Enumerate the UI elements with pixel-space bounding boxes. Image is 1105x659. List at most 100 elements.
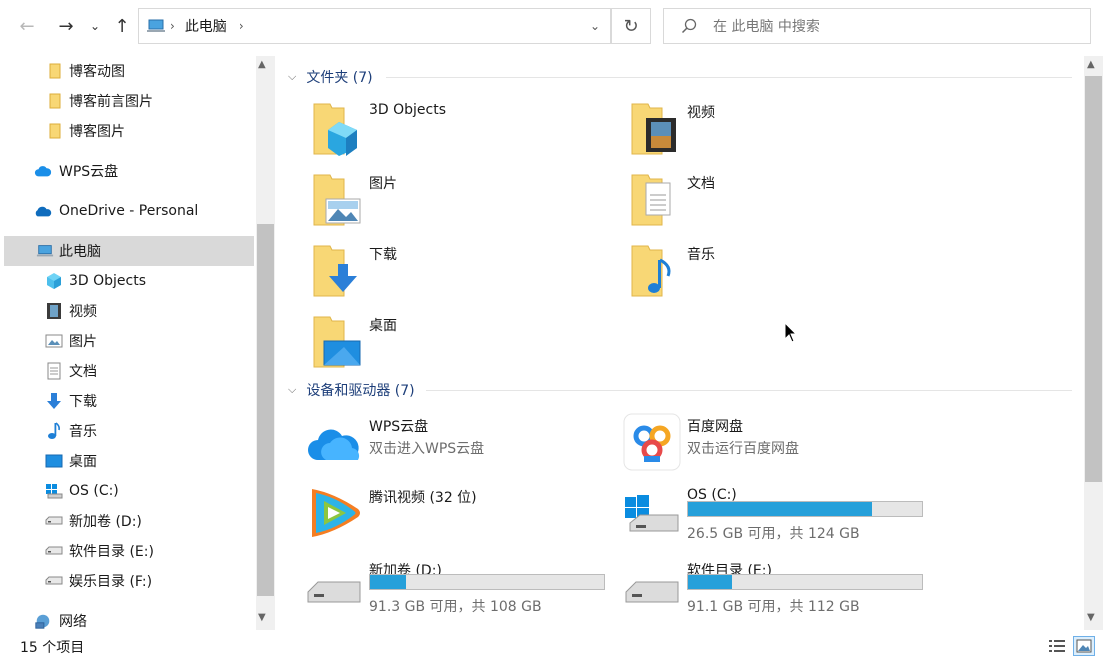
drive-icon	[45, 512, 63, 530]
folder-pictures[interactable]: 图片	[304, 169, 604, 233]
nav-item-drive-f[interactable]: 娱乐目录 (F:)	[4, 566, 254, 596]
documents-folder-icon	[631, 174, 671, 226]
nav-item-documents[interactable]: 文档	[4, 356, 254, 386]
nav-item-label: 博客动图	[69, 64, 125, 80]
back-arrow-icon: ←	[19, 15, 35, 37]
scroll-down-icon[interactable]: ▼	[258, 612, 266, 623]
details-view-icon	[1049, 640, 1065, 652]
tile-label: 桌面	[369, 318, 397, 334]
chevron-down-icon: ⌄	[89, 19, 101, 33]
breadcrumb-separator-icon[interactable]: ›	[239, 19, 244, 33]
device-drive-c[interactable]: OS (C:) 26.5 GB 可用，共 124 GB	[622, 483, 923, 547]
tile-label: WPS云盘	[369, 419, 429, 435]
recent-locations-button[interactable]: ⌄	[85, 13, 105, 39]
desktop-icon	[45, 452, 63, 470]
scroll-down-icon[interactable]: ▼	[1087, 612, 1095, 623]
folder-documents[interactable]: 文档	[622, 169, 922, 233]
group-title: 文件夹 (7)	[306, 70, 373, 86]
tile-description: 双击进入WPS云盘	[369, 441, 485, 457]
address-history-dropdown[interactable]: ⌄	[578, 8, 612, 44]
nav-item-onedrive[interactable]: OneDrive - Personal	[4, 196, 254, 226]
large-icons-view-button[interactable]	[1073, 636, 1095, 656]
device-drive-d[interactable]: 新加卷 (D:) 91.3 GB 可用，共 108 GB	[304, 556, 605, 620]
nav-item-blog-images[interactable]: 博客图片	[4, 116, 254, 146]
back-button[interactable]: ←	[14, 13, 40, 39]
nav-item-music[interactable]: 音乐	[4, 416, 254, 446]
details-view-button[interactable]	[1046, 636, 1068, 656]
nav-item-3d-objects[interactable]: 3D Objects	[4, 266, 254, 296]
folder-3d-objects[interactable]: 3D Objects	[304, 98, 604, 162]
refresh-button[interactable]: ↻	[611, 8, 651, 44]
breadcrumb-separator-icon: ›	[170, 19, 175, 33]
device-drive-e[interactable]: 软件目录 (E:) 91.1 GB 可用，共 112 GB	[622, 556, 923, 620]
tile-label: 3D Objects	[369, 102, 447, 118]
folder-music[interactable]: 音乐	[622, 240, 922, 304]
nav-item-videos[interactable]: 视频	[4, 296, 254, 326]
this-pc-icon	[146, 18, 166, 34]
folder-videos[interactable]: 视频	[622, 98, 922, 162]
tile-label: 百度网盘	[687, 419, 743, 435]
windows-drive-icon	[45, 482, 63, 500]
group-header-folders[interactable]: ⌵ 文件夹 (7)	[288, 66, 373, 88]
address-bar[interactable]: › 此电脑 ›	[138, 8, 611, 44]
up-arrow-icon: ↑	[114, 15, 130, 37]
nav-item-downloads[interactable]: 下载	[4, 386, 254, 416]
folder-downloads[interactable]: 下载	[304, 240, 604, 304]
nav-item-label: 此电脑	[59, 244, 101, 260]
nav-item-pictures[interactable]: 图片	[4, 326, 254, 356]
search-box[interactable]: 在 此电脑 中搜索	[663, 8, 1091, 44]
device-baidu-netdisk[interactable]: 百度网盘 双击运行百度网盘	[622, 412, 922, 476]
folder-icon	[46, 62, 64, 80]
music-icon	[45, 422, 63, 440]
group-header-devices[interactable]: ⌵ 设备和驱动器 (7)	[288, 379, 415, 401]
drive-icon	[45, 542, 63, 560]
downloads-icon	[45, 392, 63, 410]
nav-scrollbar-thumb[interactable]	[257, 224, 274, 596]
nav-item-blog-preface-images[interactable]: 博客前言图片	[4, 86, 254, 116]
navigation-pane: 博客动图 博客前言图片 博客图片 WPS云盘 OneDrive - Person…	[0, 56, 257, 630]
nav-item-label: 图片	[69, 334, 97, 350]
folder-desktop[interactable]: 桌面	[304, 311, 604, 375]
status-bar: 15 个项目	[0, 633, 1105, 657]
pictures-icon	[45, 332, 63, 350]
desktop-folder-icon	[313, 316, 361, 368]
nav-item-blog-gifs[interactable]: 博客动图	[4, 56, 254, 86]
forward-button[interactable]: →	[53, 13, 79, 39]
nav-item-network[interactable]: 网络	[4, 606, 254, 630]
content-scrollbar-thumb[interactable]	[1085, 76, 1102, 482]
drive-usage-bar	[687, 574, 923, 590]
chevron-down-icon: ⌄	[589, 19, 601, 33]
nav-item-drive-d[interactable]: 新加卷 (D:)	[4, 506, 254, 536]
nav-item-wps-cloud[interactable]: WPS云盘	[4, 156, 254, 186]
scroll-up-icon[interactable]: ▲	[1087, 59, 1095, 70]
downloads-folder-icon	[313, 245, 357, 297]
nav-item-label: 博客前言图片	[69, 94, 153, 110]
wps-cloud-icon	[308, 429, 360, 460]
drive-usage-fill	[370, 575, 407, 589]
breadcrumb-this-pc[interactable]: 此电脑	[185, 16, 227, 36]
group-title: 设备和驱动器 (7)	[306, 383, 415, 399]
mouse-cursor-icon	[784, 322, 798, 343]
nav-item-drive-c[interactable]: OS (C:)	[4, 476, 254, 506]
chevron-down-icon: ⌵	[288, 383, 297, 396]
this-pc-icon	[36, 242, 54, 260]
pictures-folder-icon	[313, 174, 361, 226]
nav-item-desktop[interactable]: 桌面	[4, 446, 254, 476]
3d-objects-icon	[45, 272, 63, 290]
nav-item-label: OS (C:)	[69, 483, 119, 499]
tile-label: 下载	[369, 247, 397, 263]
nav-item-label: 文档	[69, 364, 97, 380]
videos-folder-icon	[631, 103, 676, 155]
nav-item-label: 博客图片	[69, 124, 125, 140]
device-wps-cloud[interactable]: WPS云盘 双击进入WPS云盘	[304, 412, 604, 476]
nav-item-drive-e[interactable]: 软件目录 (E:)	[4, 536, 254, 566]
nav-item-this-pc[interactable]: 此电脑	[4, 236, 254, 266]
drive-usage-fill	[688, 502, 872, 516]
device-tencent-video[interactable]: 腾讯视频 (32 位)	[304, 483, 604, 547]
scroll-up-icon[interactable]: ▲	[258, 59, 266, 70]
nav-item-label: 下载	[69, 394, 97, 410]
content-pane: ⌵ 文件夹 (7) 3D Objects 视频 图片 文档 下载 音乐 桌面 ⌵…	[276, 56, 1084, 630]
large-icons-view-icon	[1076, 639, 1092, 653]
onedrive-icon	[34, 202, 52, 220]
up-button[interactable]: ↑	[109, 13, 135, 39]
